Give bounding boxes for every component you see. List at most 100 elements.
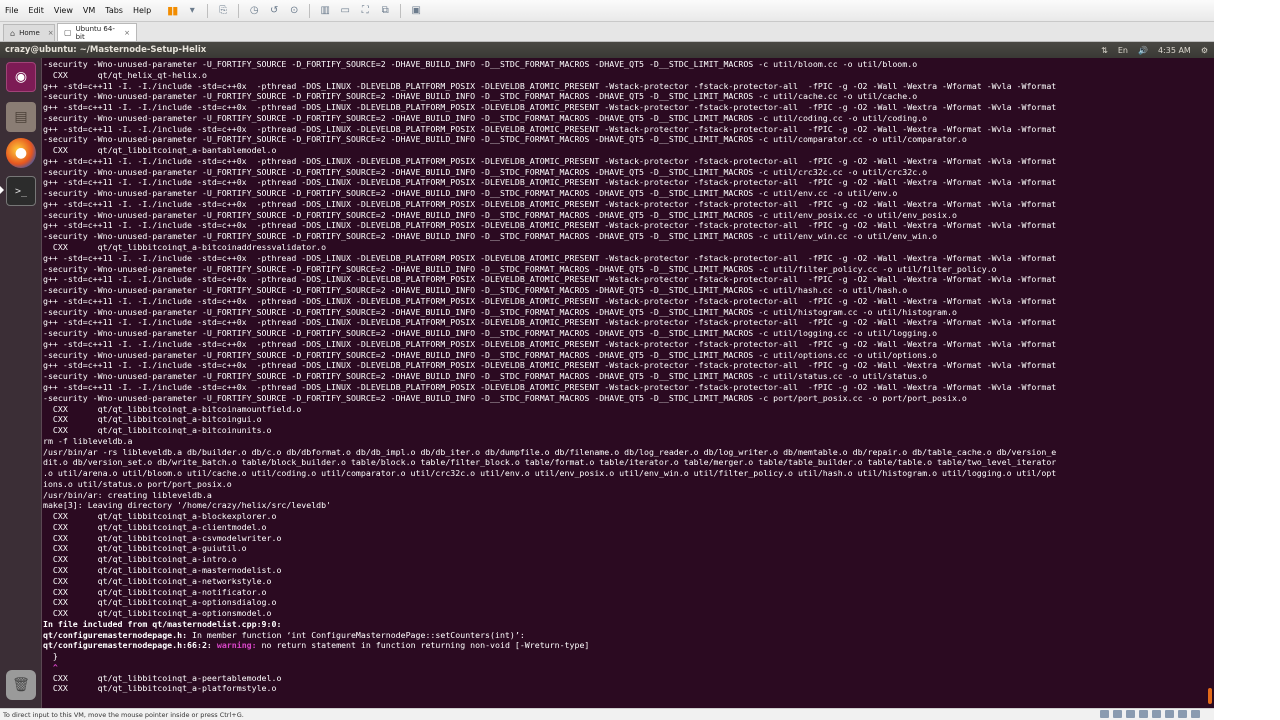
terminal-line: -security -Wno-unused-parameter -U_FORTI… (43, 59, 1214, 70)
terminal-line: CXX qt/qt_libbitcoinqt_a-guiutil.o (43, 543, 1214, 554)
terminal-line: g++ -std=c++11 -I. -I./include -std=c++0… (43, 124, 1214, 135)
revert-snapshot-icon[interactable]: ↺ (266, 3, 282, 19)
usb-icon[interactable] (1139, 710, 1148, 718)
power-dropdown-icon[interactable]: ▾ (184, 3, 200, 19)
menu-view[interactable]: View (49, 0, 78, 22)
terminal-line: make[3]: Leaving directory '/home/crazy/… (43, 500, 1214, 511)
volume-icon[interactable]: 🔊 (1138, 46, 1148, 55)
terminal-text: -security -Wno-unused-parameter -U_FORTI… (43, 285, 908, 296)
terminal-text: g++ -std=c++11 -I. -I./include -std=c++0… (43, 274, 1057, 285)
display-icon[interactable] (1178, 710, 1187, 718)
files-icon[interactable]: ▤ (6, 102, 36, 132)
terminal-line-include: In file included from qt/masternodelist.… (43, 619, 1214, 630)
ubuntu-top-panel: crazy@ubuntu: ~/Masternode-Setup-Helix ⇅… (0, 42, 1214, 58)
trash-icon[interactable]: 🗑 (6, 670, 36, 700)
clock[interactable]: 4:35 AM (1158, 46, 1191, 55)
network-adapter-icon[interactable] (1126, 710, 1135, 718)
terminal-line: CXX qt/qt_helix_qt-helix.o (43, 70, 1214, 81)
menu-help[interactable]: Help (128, 0, 156, 22)
terminal-line: -security -Wno-unused-parameter -U_FORTI… (43, 285, 1214, 296)
tab-home-label: Home (19, 29, 40, 37)
tab-home[interactable]: ⌂ Home × (3, 24, 55, 41)
terminal-line: CXX qt/qt_libbitcoinqt_a-peertablemodel.… (43, 673, 1214, 684)
terminal-text: dit.o db/version_set.o db/write_batch.o … (43, 457, 1057, 468)
firefox-icon[interactable]: ● (6, 138, 36, 168)
terminal-line: CXX qt/qt_libbitcoinqt_a-bitcoingui.o (43, 414, 1214, 425)
caret-marker: ^ (43, 661, 58, 672)
terminal-line: -security -Wno-unused-parameter -U_FORTI… (43, 91, 1214, 102)
pause-icon[interactable]: ▮▮ (164, 3, 180, 19)
menu-file[interactable]: File (0, 0, 23, 22)
menu-vm[interactable]: VM (78, 0, 100, 22)
toolbar-separator (309, 3, 311, 18)
scroll-thumb[interactable] (1208, 688, 1212, 704)
message-log-icon[interactable] (1191, 710, 1200, 718)
network-icon[interactable]: ⇅ (1101, 46, 1108, 55)
terminal-line: -security -Wno-unused-parameter -U_FORTI… (43, 350, 1214, 361)
menu-tabs[interactable]: Tabs (100, 0, 128, 22)
terminal-text: g++ -std=c++11 -I. -I./include -std=c++0… (43, 198, 1057, 209)
terminal-line: g++ -std=c++11 -I. -I./include -std=c++0… (43, 102, 1214, 113)
terminal-text: CXX qt/qt_libbitcoinqt_a-optionsmodel.o (43, 608, 272, 619)
terminal-line-brace: } (43, 651, 1214, 662)
tab-ubuntu-label: Ubuntu 64-bit (75, 24, 115, 41)
terminal-text: CXX qt/qt_libbitcoinqt_a-platformstyle.o (43, 683, 277, 694)
close-icon[interactable]: × (48, 29, 54, 37)
terminal-text: CXX qt/qt_libbitcoinqt_a-clientmodel.o (43, 521, 267, 532)
snapshot-icon[interactable]: ◷ (246, 3, 262, 19)
terminal-line: g++ -std=c++11 -I. -I./include -std=c++0… (43, 177, 1214, 188)
terminal-line: CXX qt/qt_libbitcoinqt_a-networkstyle.o (43, 576, 1214, 587)
terminal-line: -security -Wno-unused-parameter -U_FORTI… (43, 307, 1214, 318)
toolbar-buttons: ▮▮ ▾ ⎘ ◷ ↺ ⊙ ▥ ▭ ⛶ ⧉ ▣ (162, 0, 426, 22)
cd-drive-icon[interactable] (1113, 710, 1122, 718)
vmware-tab-bar: ⌂ Home × ▢ Ubuntu 64-bit × (0, 22, 1214, 42)
terminal-line: CXX qt/qt_libbitcoinqt_a-blockexplorer.o (43, 511, 1214, 522)
terminal-text: CXX qt/qt_libbitcoinqt_a-blockexplorer.o (43, 511, 277, 522)
terminal-text: -security -Wno-unused-parameter -U_FORTI… (43, 91, 918, 102)
printer-icon[interactable] (1165, 710, 1174, 718)
include-file: qt/masternodelist.cpp:9:0: (152, 618, 282, 629)
home-icon: ⌂ (10, 28, 16, 38)
close-icon[interactable]: × (124, 29, 130, 37)
terminal-text: CXX qt/qt_libbitcoinqt_a-bitcoinamountfi… (43, 403, 302, 414)
snapshot-manager-icon[interactable]: ⊙ (286, 3, 302, 19)
sound-card-icon[interactable] (1152, 710, 1161, 718)
terminal-text: In file included from (43, 618, 153, 629)
terminal-line: CXX qt/qt_libbitcoinqt_a-notificator.o (43, 587, 1214, 598)
terminal-line: CXX qt/qt_libbitcoinqt_a-csvmodelwriter.… (43, 533, 1214, 544)
terminal-line: -security -Wno-unused-parameter -U_FORTI… (43, 371, 1214, 382)
terminal-line: g++ -std=c++11 -I. -I./include -std=c++0… (43, 360, 1214, 371)
terminal-text: CXX qt/qt_libbitcoinqt_a-bitcoingui.o (43, 414, 262, 425)
terminal-line: g++ -std=c++11 -I. -I./include -std=c++0… (43, 156, 1214, 167)
ubuntu-dash-icon[interactable]: ◉ (6, 62, 36, 92)
hard-disk-icon[interactable] (1100, 710, 1109, 718)
terminal-text: } (43, 651, 58, 662)
terminal-line: CXX qt/qt_libbitcoinqt_a-platformstyle.o (43, 683, 1214, 694)
send-ctrl-alt-del-icon[interactable]: ⎘ (215, 3, 231, 19)
vmware-status-bar: To direct input to this VM, move the mou… (0, 708, 1214, 720)
tab-ubuntu-64-bit[interactable]: ▢ Ubuntu 64-bit × (57, 23, 137, 41)
terminal-text: -security -Wno-unused-parameter -U_FORTI… (43, 112, 928, 123)
terminal-line: -security -Wno-unused-parameter -U_FORTI… (43, 167, 1214, 178)
terminal-line: /usr/bin/ar: creating libleveldb.a (43, 490, 1214, 501)
thumbnail-bar-icon[interactable]: ▭ (337, 3, 353, 19)
gear-icon[interactable]: ⚙ (1201, 46, 1208, 55)
unity-launcher: ◉ ▤ ● >_ 🗑 (0, 58, 42, 708)
menu-edit[interactable]: Edit (23, 0, 49, 22)
terminal-text: g++ -std=c++11 -I. -I./include -std=c++0… (43, 360, 1057, 371)
terminal-window[interactable]: -security -Wno-unused-parameter -U_FORTI… (42, 58, 1214, 708)
keyboard-icon[interactable]: En (1118, 46, 1128, 55)
library-icon[interactable]: ▥ (317, 3, 333, 19)
terminal-line-member: qt/configuremasternodepage.h: In member … (43, 630, 1214, 641)
terminal-scrollbar[interactable] (1206, 58, 1214, 708)
terminal-icon[interactable]: >_ (6, 176, 36, 206)
full-screen-icon[interactable]: ⛶ (357, 3, 373, 19)
terminal-text: ions.o util/status.o port/port_posix.o (43, 478, 232, 489)
terminal-text: g++ -std=c++11 -I. -I./include -std=c++0… (43, 102, 1057, 113)
console-view-icon[interactable]: ▣ (408, 3, 424, 19)
terminal-line: g++ -std=c++11 -I. -I./include -std=c++0… (43, 296, 1214, 307)
unity-icon[interactable]: ⧉ (377, 3, 393, 19)
terminal-text: -security -Wno-unused-parameter -U_FORTI… (43, 134, 967, 145)
terminal-text: CXX qt/qt_libbitcoinqt_a-csvmodelwriter.… (43, 532, 282, 543)
terminal-text: CXX qt/qt_helix_qt-helix.o (43, 69, 207, 80)
